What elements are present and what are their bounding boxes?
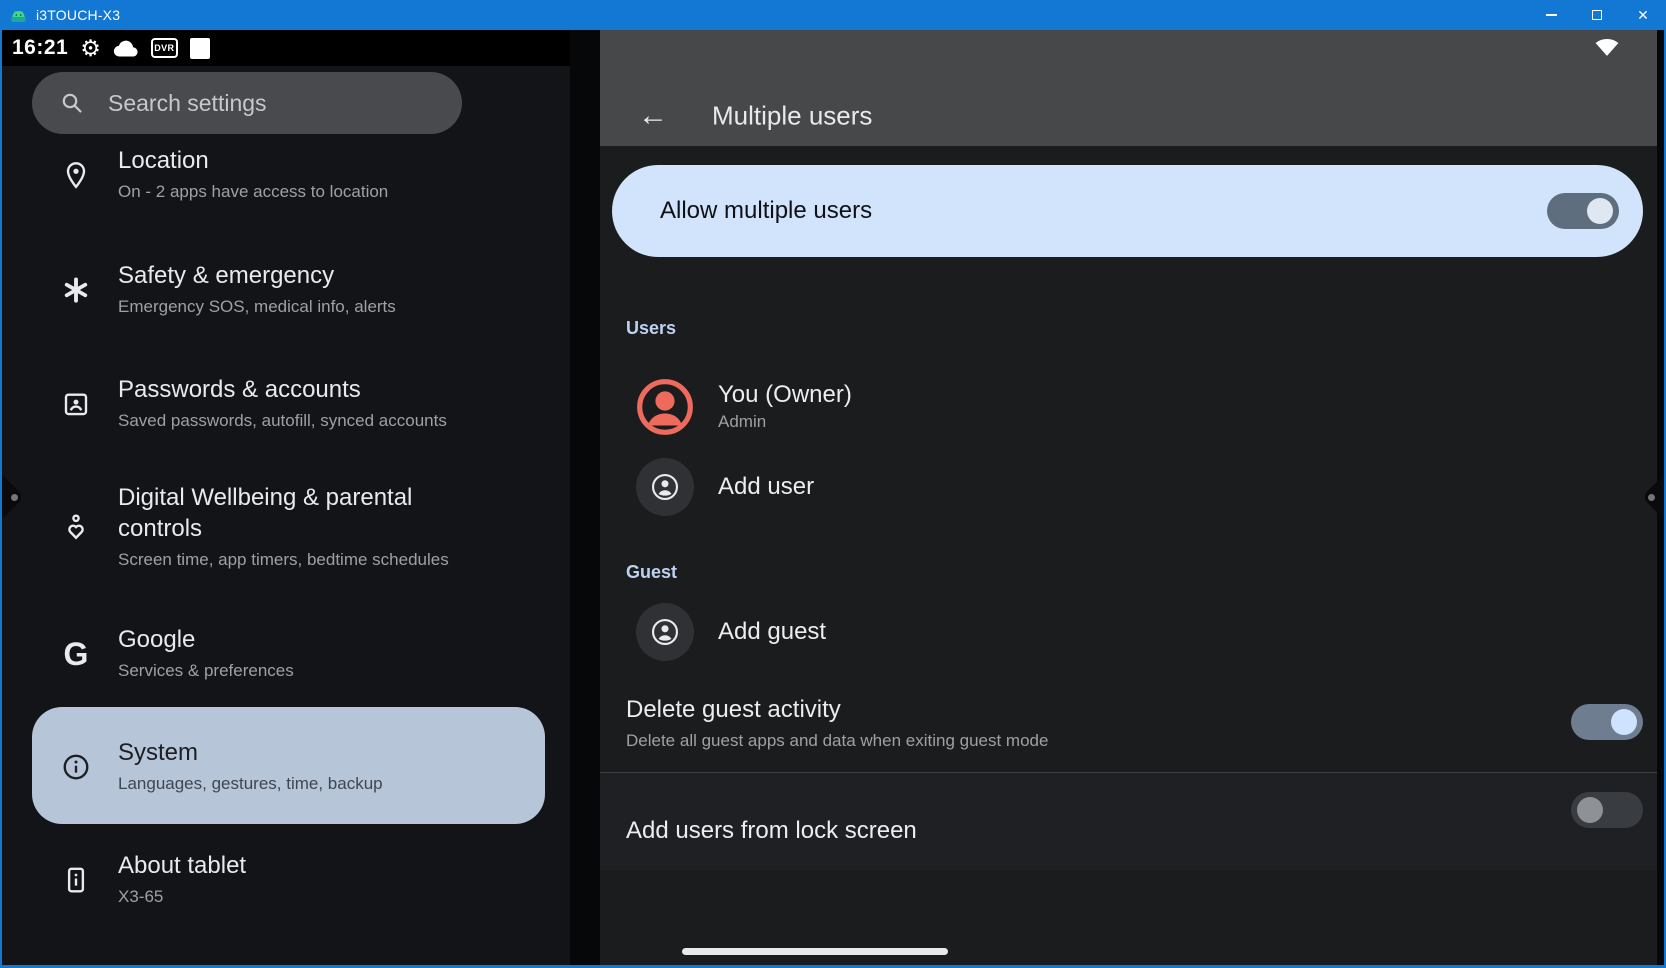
lock-screen-section[interactable]: Add users from lock screen [600,773,1657,870]
back-button[interactable]: ← [634,97,672,135]
sidebar-item-location[interactable]: Location On - 2 apps have access to loca… [52,145,545,204]
search-placeholder: Search settings [108,90,267,117]
android-app-icon [10,7,27,24]
allow-multiple-users-label: Allow multiple users [660,197,872,225]
sidebar-item-subtitle: Languages, gestures, time, backup [118,771,383,796]
add-guest-avatar [636,603,694,661]
window-title: i3TOUCH-X3 [36,7,120,23]
sidebar-item-subtitle: Screen time, app timers, bedtime schedul… [118,547,496,572]
sidebar-item-subtitle: Services & preferences [118,658,294,683]
delete-guest-activity-toggle[interactable] [1571,704,1643,740]
toggle-knob [1577,797,1603,823]
page-title: Multiple users [712,101,872,132]
google-g-icon: G [52,638,100,670]
toggle-knob [1587,198,1613,224]
allow-multiple-users-toggle[interactable] [1547,193,1619,229]
delete-guest-activity-subtitle: Delete all guest apps and data when exit… [626,728,1526,754]
add-guest-row[interactable]: Add guest [636,603,826,661]
screen-square-icon [190,38,210,59]
sidebar-item-subtitle: Emergency SOS, medical info, alerts [118,294,396,319]
sidebar-item-safety-emergency[interactable]: Safety & emergency Emergency SOS, medica… [52,260,545,319]
window-titlebar: i3TOUCH-X3 ✕ [0,0,1666,30]
sidebar-item-subtitle: Saved passwords, autofill, synced accoun… [118,408,447,433]
clock: 16:21 [12,36,68,60]
location-pin-icon [52,160,100,190]
delete-guest-activity-title: Delete guest activity [626,694,1526,726]
left-edge-handle-dot [11,494,18,501]
add-guest-label: Add guest [718,617,826,647]
asterisk-icon [52,275,100,305]
cloud-icon [113,40,139,57]
navigation-handle[interactable] [682,948,948,955]
sidebar-item-subtitle: X3-65 [118,884,246,909]
sidebar-item-about-tablet[interactable]: About tablet X3-65 [52,850,545,909]
minimize-icon [1546,14,1557,16]
sidebar-item-title: About tablet [118,850,246,881]
remote-screen-window: i3TOUCH-X3 ✕ 16:21 ⚙ DVR Search settings [0,0,1666,968]
window-border-left [0,30,2,968]
search-icon [60,91,84,115]
android-status-bar: 16:21 ⚙ DVR [0,30,570,66]
add-user-row[interactable]: Add user [636,458,814,516]
owner-user-row[interactable]: You (Owner) Admin [636,378,852,436]
sidebar-item-title: Safety & emergency [118,260,396,291]
window-controls: ✕ [1528,0,1666,30]
maximize-button[interactable] [1574,0,1620,30]
add-users-lock-screen-toggle[interactable] [1571,792,1643,828]
add-user-label: Add user [718,472,814,502]
sidebar-item-title: Passwords & accounts [118,374,447,405]
users-section-header: Users [626,318,676,339]
id-badge-icon [52,389,100,419]
dvr-badge-icon: DVR [151,38,178,58]
add-users-lock-screen-title: Add users from lock screen [626,815,1666,847]
page-header: ← Multiple users [600,30,1657,146]
sidebar-item-title: System [118,737,383,768]
sidebar-item-title: Location [118,145,388,176]
owner-avatar [636,378,694,436]
close-icon: ✕ [1637,8,1649,22]
tablet-info-icon [52,865,100,895]
multiple-users-panel: ← Multiple users Allow multiple users Us… [600,30,1657,966]
wellbeing-heart-icon [52,512,100,542]
sidebar-item-title: Digital Wellbeing & parental controls [118,482,496,544]
sidebar-item-passwords-accounts[interactable]: Passwords & accounts Saved passwords, au… [52,374,545,433]
settings-sidebar: 16:21 ⚙ DVR Search settings [0,30,570,966]
close-button[interactable]: ✕ [1620,0,1666,30]
right-edge-handle-dot [1648,494,1655,501]
owner-subtitle: Admin [718,410,852,434]
add-user-avatar [636,458,694,516]
wifi-icon [1593,34,1621,58]
sidebar-item-google[interactable]: G Google Services & preferences [52,624,545,683]
search-input[interactable]: Search settings [32,72,462,134]
sidebar-item-digital-wellbeing[interactable]: Digital Wellbeing & parental controls Sc… [52,482,545,572]
sidebar-item-system[interactable]: System Languages, gestures, time, backup [52,737,545,796]
minimize-button[interactable] [1528,0,1574,30]
settings-gear-icon: ⚙ [80,37,101,60]
toggle-knob [1611,709,1637,735]
owner-title: You (Owner) [718,380,852,410]
sidebar-item-title: Google [118,624,294,655]
delete-guest-activity-row[interactable]: Delete guest activity Delete all guest a… [626,694,1526,754]
maximize-icon [1592,10,1602,20]
allow-multiple-users-row[interactable]: Allow multiple users [612,165,1643,257]
guest-section-header: Guest [626,562,677,583]
info-circle-icon [52,752,100,782]
sidebar-item-subtitle: On - 2 apps have access to location [118,179,388,204]
